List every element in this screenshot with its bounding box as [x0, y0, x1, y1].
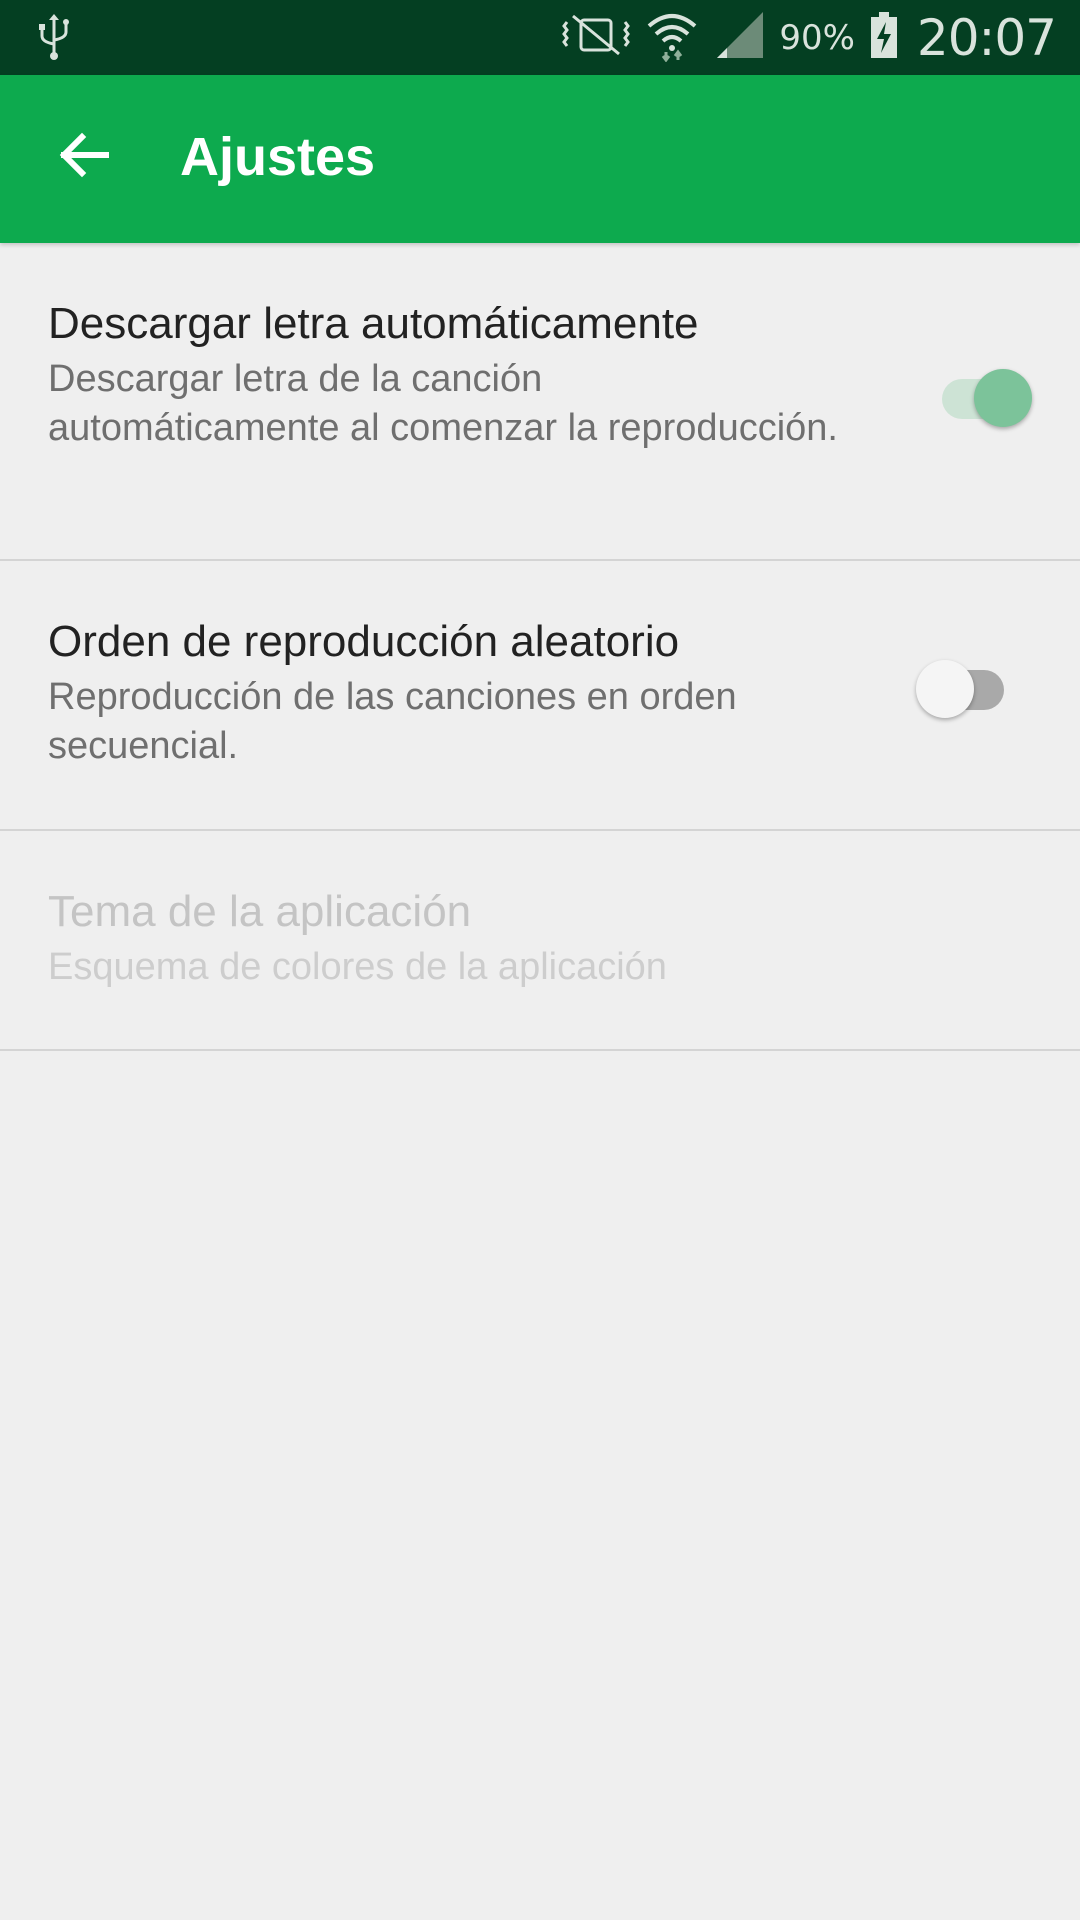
switch-thumb	[974, 369, 1032, 427]
status-bar: 90% 20:07	[0, 0, 1080, 75]
cell-signal-icon	[713, 8, 767, 67]
setting-summary: Esquema de colores de la aplicación	[48, 946, 667, 988]
auto-download-lyrics-switch[interactable]	[936, 367, 1032, 427]
battery-percent: 90%	[779, 17, 855, 58]
setting-text: Descargar letra automáticamente Descarga…	[48, 295, 838, 453]
setting-summary: Descargar letra de la canción automática…	[48, 358, 838, 449]
battery-charging-icon	[869, 10, 899, 65]
setting-text: Tema de la aplicación Esquema de colores…	[48, 883, 1028, 992]
setting-title: Descargar letra automáticamente	[48, 299, 699, 348]
setting-shuffle-order[interactable]: Orden de reproducción aleatorio Reproduc…	[0, 561, 1080, 831]
shuffle-order-switch[interactable]	[916, 658, 1004, 718]
wifi-icon	[645, 8, 699, 67]
setting-app-theme: Tema de la aplicación Esquema de colores…	[0, 831, 1080, 1051]
switch-thumb	[916, 660, 974, 718]
setting-title: Orden de reproducción aleatorio	[48, 617, 680, 666]
app-bar: Ajustes	[0, 75, 1080, 243]
usb-icon	[36, 12, 72, 62]
arrow-back-icon	[58, 131, 110, 184]
setting-auto-download-lyrics[interactable]: Descargar letra automáticamente Descarga…	[0, 243, 1080, 561]
setting-summary: Reproducción de las canciones en orden s…	[48, 676, 737, 767]
setting-text: Orden de reproducción aleatorio Reproduc…	[48, 613, 838, 771]
clock: 20:07	[916, 8, 1057, 67]
settings-list: Descargar letra automáticamente Descarga…	[0, 243, 1080, 1051]
vibrate-icon	[561, 10, 631, 65]
back-button[interactable]	[52, 125, 116, 189]
page-title: Ajustes	[180, 127, 376, 187]
setting-title: Tema de la aplicación	[48, 887, 472, 936]
